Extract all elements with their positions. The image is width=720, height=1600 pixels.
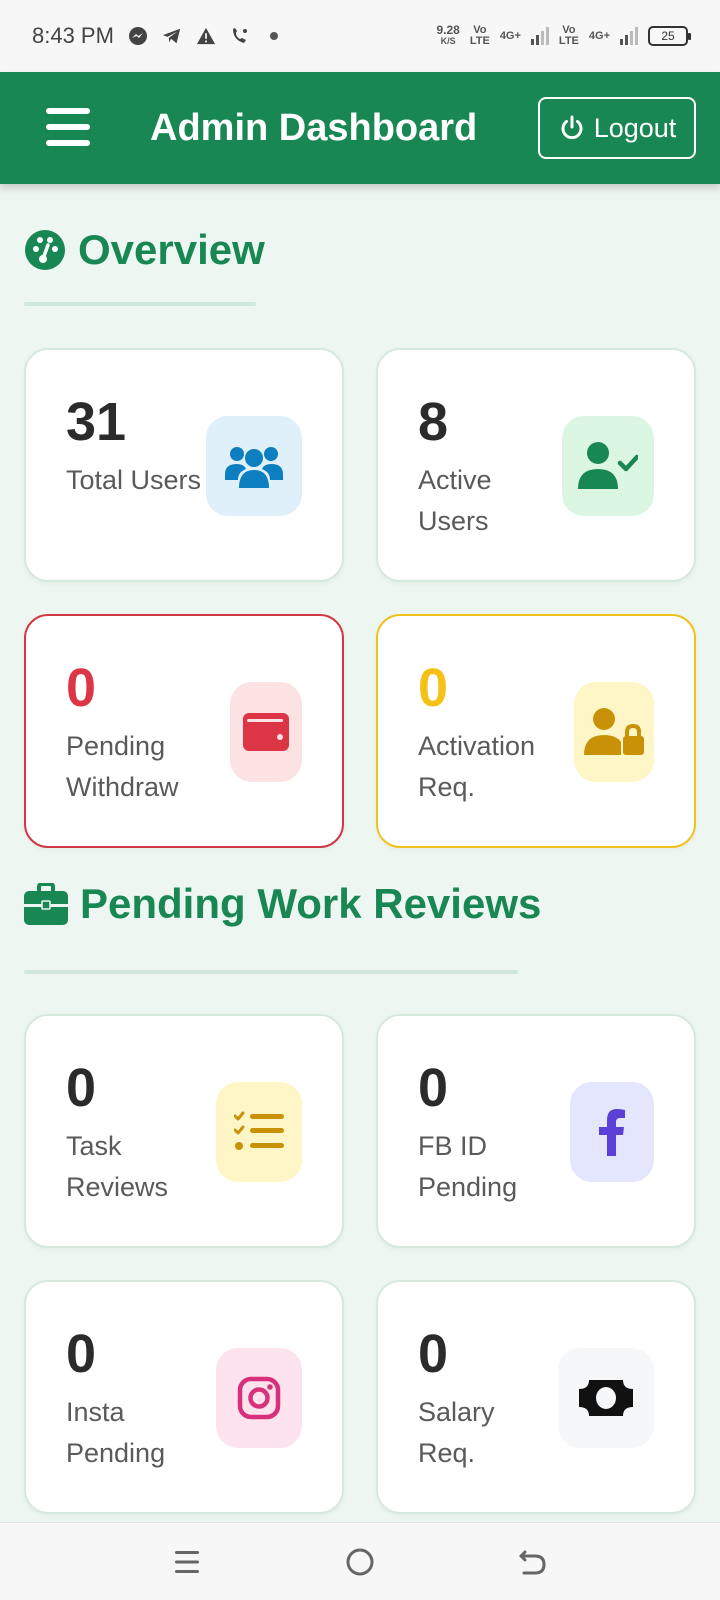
work-reviews-underline: [24, 970, 518, 974]
card-salary-requests[interactable]: 0 Salary Req.: [376, 1280, 696, 1514]
card-value: 0: [418, 1058, 449, 1118]
card-active-users[interactable]: 8 Active Users: [376, 348, 696, 582]
wallet-icon: [230, 682, 302, 782]
card-value: 0: [66, 1058, 97, 1118]
sim1-signal-icon: [530, 27, 549, 45]
work-reviews-title: Pending Work Reviews: [80, 880, 542, 927]
logout-label: Logout: [593, 112, 677, 143]
status-time: 8:43 PM: [32, 23, 114, 48]
warning-icon: [196, 26, 216, 46]
wifi-call-icon: [230, 26, 250, 46]
money-bill-icon: [558, 1348, 654, 1448]
card-label: Activation Req.: [418, 731, 536, 802]
notification-dot-icon: [264, 26, 284, 46]
list-check-icon: [216, 1082, 302, 1182]
overview-title: Overview: [78, 226, 265, 273]
battery-icon: 25: [648, 26, 691, 46]
sim2-network: 4G+: [588, 29, 610, 42]
page-title: Admin Dashboard: [150, 106, 478, 149]
card-label: Pending Withdraw: [66, 731, 179, 802]
system-navigation-bar: [0, 1522, 720, 1600]
sim1-network: 4G+: [499, 29, 521, 42]
card-value: 0: [418, 658, 449, 718]
home-circle-icon: [346, 1548, 374, 1575]
status-bar-left: 8:43 PM: [32, 23, 284, 49]
instagram-icon: [216, 1348, 302, 1448]
overview-underline: [24, 302, 256, 306]
sim1-volte: Vo LTE: [469, 24, 490, 47]
net-speed: 9.28 K/S: [436, 23, 460, 46]
power-icon: [561, 115, 583, 140]
status-bar-right: 9.28 K/S Vo LTE 4G+ Vo LTE 4G+ 25: [436, 23, 691, 47]
sim2-volte: Vo LTE: [558, 24, 579, 47]
logout-button[interactable]: Logout: [538, 97, 696, 159]
gauge-icon: [25, 230, 65, 270]
status-bar: 8:43 PM 9.28 K/S Vo LTE 4G+ Vo LTE 4G+ 2…: [0, 0, 720, 72]
briefcase-icon: [24, 883, 68, 925]
card-insta-pending[interactable]: 0 Insta Pending: [24, 1280, 344, 1514]
card-total-users[interactable]: 31 Total Users: [24, 348, 344, 582]
facebook-icon: [570, 1082, 654, 1182]
card-task-reviews[interactable]: 0 Task Reviews: [24, 1014, 344, 1248]
card-value: 0: [66, 658, 97, 718]
card-value: 31: [66, 392, 127, 452]
user-check-icon: [562, 416, 654, 516]
card-pending-withdraw[interactable]: 0 Pending Withdraw: [24, 614, 344, 848]
card-value: 0: [66, 1324, 97, 1384]
work-reviews-heading: Pending Work Reviews: [24, 880, 541, 928]
card-fb-id-pending[interactable]: 0 FB ID Pending: [376, 1014, 696, 1248]
home-button[interactable]: [330, 1532, 390, 1592]
card-value: 8: [418, 392, 449, 452]
card-label: Task Reviews: [66, 1131, 169, 1202]
card-label: Active Users: [418, 465, 492, 536]
telegram-icon: [162, 26, 182, 46]
users-icon: [206, 416, 302, 516]
back-arrow-icon: [519, 1550, 546, 1574]
user-lock-icon: [574, 682, 654, 782]
overview-heading: Overview: [24, 226, 265, 274]
card-label: Total Users: [66, 465, 202, 495]
card-label: FB ID Pending: [418, 1131, 518, 1202]
app-header: Admin Dashboard Logout: [0, 72, 720, 184]
recent-apps-button[interactable]: [157, 1532, 217, 1592]
back-button[interactable]: [503, 1532, 563, 1592]
card-label: Salary Req.: [418, 1397, 495, 1468]
card-label: Insta Pending: [66, 1397, 166, 1468]
menu-icon[interactable]: [46, 108, 90, 146]
card-value: 0: [418, 1324, 449, 1384]
recent-apps-icon: [174, 1550, 199, 1573]
sim2-signal-icon: [620, 27, 638, 45]
card-activation-requests[interactable]: 0 Activation Req.: [376, 614, 696, 848]
messenger-icon: [128, 26, 148, 46]
